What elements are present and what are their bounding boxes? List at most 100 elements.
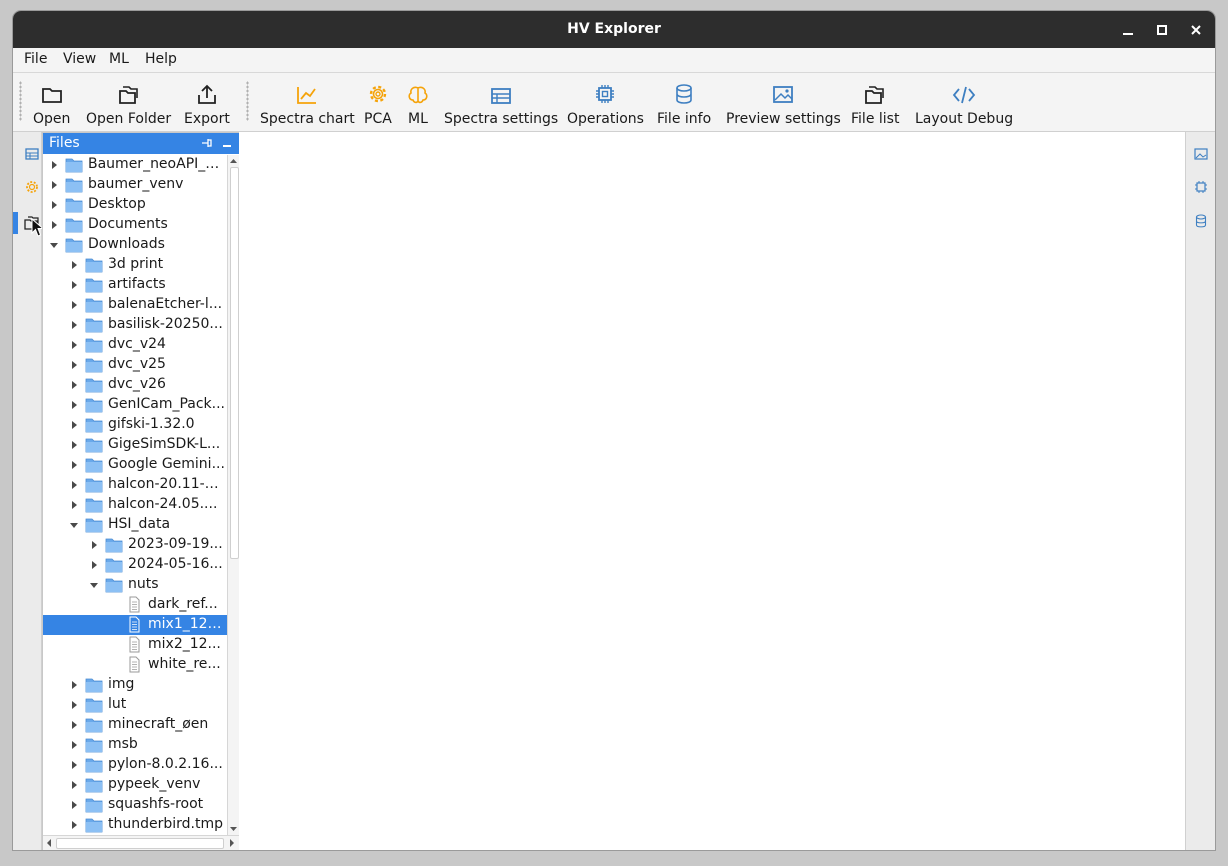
dock-minimize-icon[interactable] xyxy=(221,137,233,153)
tree-folder-row[interactable]: balenaEtcher-l... xyxy=(43,295,227,315)
tree-folder-row[interactable]: Documents xyxy=(43,215,227,235)
preview-settings-button[interactable]: Preview settings xyxy=(726,77,841,129)
expand-arrow-icon[interactable] xyxy=(72,481,77,489)
expand-arrow-icon[interactable] xyxy=(72,701,77,709)
expand-arrow-icon[interactable] xyxy=(52,181,57,189)
expand-arrow-icon[interactable] xyxy=(72,781,77,789)
scroll-left-icon[interactable] xyxy=(43,836,55,850)
expand-arrow-icon[interactable] xyxy=(52,161,57,169)
collapse-arrow-icon[interactable] xyxy=(70,523,78,528)
file-info-button[interactable]: File info xyxy=(657,77,711,129)
tree-folder-row[interactable]: 2024-05-16... xyxy=(43,555,227,575)
ml-button[interactable]: ML xyxy=(407,77,429,129)
pca-tab-icon[interactable] xyxy=(21,176,43,198)
tree-folder-row[interactable]: halcon-24.05.... xyxy=(43,495,227,515)
vertical-scrollbar[interactable] xyxy=(227,155,239,835)
tree-folder-row[interactable]: HSI_data xyxy=(43,515,227,535)
expand-arrow-icon[interactable] xyxy=(72,321,77,329)
tree-folder-row[interactable]: dvc_v24 xyxy=(43,335,227,355)
tree-folder-row[interactable]: pypeek_venv xyxy=(43,775,227,795)
expand-arrow-icon[interactable] xyxy=(72,421,77,429)
minimize-icon[interactable] xyxy=(1117,19,1139,41)
files-dock-header[interactable]: Files xyxy=(43,133,239,154)
tree-file-row[interactable]: dark_ref... xyxy=(43,595,227,615)
tree-folder-row[interactable]: GenICam_Pack... xyxy=(43,395,227,415)
collapse-arrow-icon[interactable] xyxy=(50,243,58,248)
menu-help[interactable]: Help xyxy=(145,51,177,67)
tree-folder-row[interactable]: dvc_v26 xyxy=(43,375,227,395)
tree-folder-row[interactable]: 3d print xyxy=(43,255,227,275)
expand-arrow-icon[interactable] xyxy=(92,541,97,549)
expand-arrow-icon[interactable] xyxy=(72,281,77,289)
scroll-up-icon[interactable] xyxy=(228,155,239,167)
tree-file-row[interactable]: mix1_129... xyxy=(43,615,227,635)
expand-arrow-icon[interactable] xyxy=(72,461,77,469)
tree-file-row[interactable]: mix2_12... xyxy=(43,635,227,655)
file-list-button[interactable]: File list xyxy=(851,77,899,129)
expand-arrow-icon[interactable] xyxy=(72,341,77,349)
tree-folder-row[interactable]: dvc_v25 xyxy=(43,355,227,375)
toolbar-grip[interactable] xyxy=(19,81,22,121)
horizontal-scrollbar[interactable] xyxy=(43,835,239,850)
close-icon[interactable] xyxy=(1185,19,1207,41)
tree-folder-row[interactable]: msb xyxy=(43,735,227,755)
pca-button[interactable]: PCA xyxy=(364,77,392,129)
tree-folder-row[interactable]: halcon-20.11-x... xyxy=(43,475,227,495)
tree-folder-row[interactable]: GigeSimSDK-L... xyxy=(43,435,227,455)
tree-folder-row[interactable]: Baumer_neoAPI_1... xyxy=(43,155,227,175)
menu-file[interactable]: File xyxy=(24,51,47,67)
tree-folder-row[interactable]: squashfs-root xyxy=(43,795,227,815)
export-button[interactable]: Export xyxy=(184,77,230,129)
operations-tab-icon[interactable] xyxy=(1190,176,1212,198)
open-folder-button[interactable]: Open Folder xyxy=(86,77,171,129)
tree-folder-row[interactable]: artifacts xyxy=(43,275,227,295)
expand-arrow-icon[interactable] xyxy=(72,801,77,809)
tree-folder-row[interactable]: 2023-09-19... xyxy=(43,535,227,555)
spectra-settings-tab-icon[interactable] xyxy=(21,143,43,165)
menu-view[interactable]: View xyxy=(63,51,96,67)
menu-ml[interactable]: ML xyxy=(109,51,129,67)
toolbar-grip-2[interactable] xyxy=(246,81,249,121)
operations-button[interactable]: Operations xyxy=(567,77,644,129)
expand-arrow-icon[interactable] xyxy=(72,441,77,449)
tree-file-row[interactable]: white_re... xyxy=(43,655,227,675)
expand-arrow-icon[interactable] xyxy=(92,561,97,569)
expand-arrow-icon[interactable] xyxy=(72,381,77,389)
tree-folder-row[interactable]: gifski-1.32.0 xyxy=(43,415,227,435)
expand-arrow-icon[interactable] xyxy=(72,501,77,509)
tree-folder-row[interactable]: basilisk-20250... xyxy=(43,315,227,335)
tree-folder-row[interactable]: img xyxy=(43,675,227,695)
pin-icon[interactable] xyxy=(201,137,213,153)
scroll-down-icon[interactable] xyxy=(228,823,239,835)
tree-folder-row[interactable]: Downloads xyxy=(43,235,227,255)
expand-arrow-icon[interactable] xyxy=(72,741,77,749)
tree-folder-row[interactable]: Desktop xyxy=(43,195,227,215)
spectra-settings-button[interactable]: Spectra settings xyxy=(444,77,558,129)
file-tree[interactable]: Baumer_neoAPI_1... baumer_venv Desktop Docu… xyxy=(43,155,227,835)
open-button[interactable]: Open xyxy=(33,77,70,129)
expand-arrow-icon[interactable] xyxy=(72,681,77,689)
expand-arrow-icon[interactable] xyxy=(72,301,77,309)
tree-folder-row[interactable]: pylon-8.0.2.16... xyxy=(43,755,227,775)
maximize-icon[interactable] xyxy=(1151,19,1173,41)
spectra-chart-button[interactable]: Spectra chart xyxy=(260,77,355,129)
tree-folder-row[interactable]: baumer_venv xyxy=(43,175,227,195)
tree-folder-row[interactable]: nuts xyxy=(43,575,227,595)
expand-arrow-icon[interactable] xyxy=(52,221,57,229)
expand-arrow-icon[interactable] xyxy=(72,361,77,369)
tree-folder-row[interactable]: lut xyxy=(43,695,227,715)
expand-arrow-icon[interactable] xyxy=(72,821,77,829)
tree-folder-row[interactable]: minecraft_øen xyxy=(43,715,227,735)
expand-arrow-icon[interactable] xyxy=(72,761,77,769)
expand-arrow-icon[interactable] xyxy=(72,721,77,729)
expand-arrow-icon[interactable] xyxy=(72,401,77,409)
horizontal-scroll-thumb[interactable] xyxy=(56,838,224,849)
expand-arrow-icon[interactable] xyxy=(72,261,77,269)
collapse-arrow-icon[interactable] xyxy=(90,583,98,588)
preview-settings-tab-icon[interactable] xyxy=(1190,143,1212,165)
title-bar[interactable]: HV Explorer xyxy=(13,11,1215,48)
layout-debug-button[interactable]: Layout Debug xyxy=(915,77,1013,129)
file-info-tab-icon[interactable] xyxy=(1190,210,1212,232)
expand-arrow-icon[interactable] xyxy=(52,201,57,209)
tree-folder-row[interactable]: thunderbird.tmp xyxy=(43,815,227,835)
